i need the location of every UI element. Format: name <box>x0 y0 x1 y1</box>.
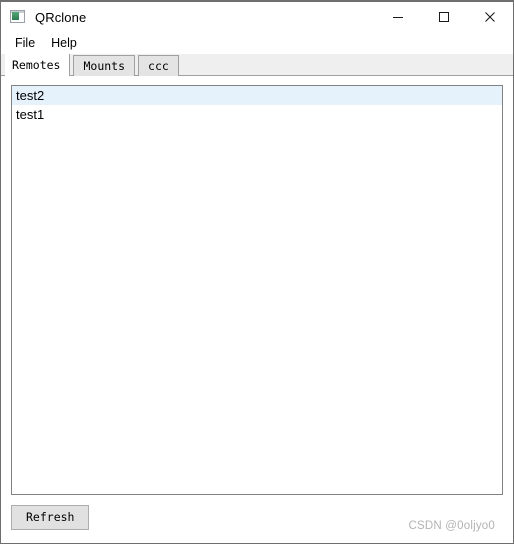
button-row: Refresh CSDN @0oljyo0 <box>11 505 503 543</box>
menu-item-help[interactable]: Help <box>43 33 85 53</box>
tab-ccc-label: ccc <box>148 59 169 73</box>
list-item[interactable]: test1 <box>12 105 502 124</box>
app-window-icon <box>10 9 26 25</box>
minimize-icon <box>393 17 403 18</box>
tab-mounts-label: Mounts <box>83 59 126 73</box>
list-item-label: test1 <box>16 107 45 122</box>
maximize-button[interactable] <box>421 2 467 32</box>
title-bar: QRclone <box>1 2 513 32</box>
tab-ccc[interactable]: ccc <box>138 55 179 76</box>
tab-remotes-label: Remotes <box>12 58 61 72</box>
list-item-label: test2 <box>16 88 45 103</box>
menu-item-file[interactable]: File <box>7 33 43 53</box>
window-controls <box>375 2 513 32</box>
remotes-list[interactable]: test2 test1 <box>11 85 503 495</box>
application-window: QRclone File Help Remotes Mounts ccc tes… <box>0 0 514 544</box>
list-item[interactable]: test2 <box>12 86 502 105</box>
close-button[interactable] <box>467 2 513 32</box>
tab-strip: Remotes Mounts ccc <box>1 54 513 76</box>
menu-bar: File Help <box>1 32 513 54</box>
window-title: QRclone <box>35 9 87 25</box>
close-icon <box>485 12 495 22</box>
minimize-button[interactable] <box>375 2 421 32</box>
tab-remotes[interactable]: Remotes <box>5 54 71 76</box>
watermark-text: CSDN @0oljyo0 <box>408 520 495 532</box>
tab-panel-remotes: test2 test1 Refresh CSDN @0oljyo0 <box>1 76 513 543</box>
maximize-icon <box>439 12 449 22</box>
refresh-button[interactable]: Refresh <box>11 505 90 530</box>
tab-mounts[interactable]: Mounts <box>73 55 136 76</box>
